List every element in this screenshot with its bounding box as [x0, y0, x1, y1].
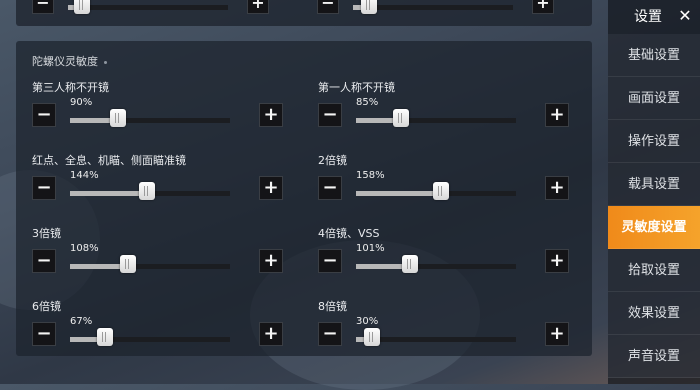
- slider-track[interactable]: [70, 118, 230, 123]
- sensitivity-row: 8倍镜 − 30% +: [318, 298, 578, 358]
- increase-button[interactable]: +: [259, 103, 283, 127]
- top-left-slider-track[interactable]: [68, 5, 228, 10]
- slider-track[interactable]: [70, 337, 230, 342]
- sidebar-item[interactable]: 灵敏度设置: [608, 206, 700, 249]
- sensitivity-label: 红点、全息、机瞄、侧面瞄准镜: [32, 154, 186, 167]
- slider-track[interactable]: [356, 264, 516, 269]
- sensitivity-label: 第三人称不开镜: [32, 81, 109, 94]
- slider-thumb[interactable]: [139, 182, 155, 200]
- sensitivity-label: 8倍镜: [318, 300, 347, 313]
- increase-button[interactable]: +: [545, 322, 569, 346]
- slider-fill: [356, 191, 441, 196]
- sensitivity-row: 2倍镜 − 158% +: [318, 152, 578, 212]
- section-title-dot: [104, 60, 107, 64]
- increase-button[interactable]: +: [259, 249, 283, 273]
- sensitivity-label: 4倍镜、VSS: [318, 227, 380, 240]
- sensitivity-row: 3倍镜 − 108% +: [32, 225, 292, 285]
- slider-thumb[interactable]: [110, 109, 126, 127]
- decrease-button[interactable]: −: [32, 103, 56, 127]
- top-left-plus-button[interactable]: +: [247, 0, 269, 14]
- sidebar-item[interactable]: 声音设置: [608, 335, 700, 378]
- slider-track[interactable]: [356, 337, 516, 342]
- slider-thumb[interactable]: [402, 255, 418, 273]
- decrease-button[interactable]: −: [32, 249, 56, 273]
- slider-thumb[interactable]: [120, 255, 136, 273]
- sensitivity-value: 30%: [356, 316, 379, 327]
- sensitivity-label: 2倍镜: [318, 154, 347, 167]
- top-left-minus-button[interactable]: −: [32, 0, 54, 14]
- top-right-minus-button[interactable]: −: [317, 0, 339, 14]
- gyro-sensitivity-panel: 陀螺仪灵敏度 第三人称不开镜 −90% + 第一人称不开镜 −85% + 红点、全息、机瞄、…: [16, 41, 592, 356]
- decrease-button[interactable]: −: [318, 249, 342, 273]
- sensitivity-row: 第一人称不开镜 − 85% +: [318, 79, 578, 139]
- sensitivity-row: 红点、全息、机瞄、侧面瞄准镜 − 144% +: [32, 152, 292, 212]
- sensitivity-value: 85%: [356, 97, 379, 108]
- sidebar-item[interactable]: 效果设置: [608, 292, 700, 335]
- sidebar-item[interactable]: 操作设置: [608, 120, 700, 163]
- sensitivity-row: 第三人称不开镜 − 90% +: [32, 79, 292, 139]
- slider-thumb[interactable]: [393, 109, 409, 127]
- close-icon[interactable]: ✕: [676, 7, 694, 25]
- decrease-button[interactable]: −: [318, 176, 342, 200]
- sensitivity-value: 101%: [356, 243, 385, 254]
- sensitivity-row: 4倍镜、VSS − 101% +: [318, 225, 578, 285]
- sensitivity-label: 第一人称不开镜: [318, 81, 395, 94]
- previous-section-strip: − + − +: [16, 0, 592, 26]
- slider-thumb[interactable]: [433, 182, 449, 200]
- increase-button[interactable]: +: [545, 103, 569, 127]
- decrease-button[interactable]: −: [318, 103, 342, 127]
- decrease-button[interactable]: −: [32, 322, 56, 346]
- sidebar-item[interactable]: 画面设置: [608, 77, 700, 120]
- top-right-plus-button[interactable]: +: [532, 0, 554, 14]
- increase-button[interactable]: +: [545, 176, 569, 200]
- increase-button[interactable]: +: [259, 322, 283, 346]
- sensitivity-label: 6倍镜: [32, 300, 61, 313]
- sidebar-item[interactable]: 载具设置: [608, 163, 700, 206]
- sensitivity-value: 158%: [356, 170, 385, 181]
- sensitivity-value: 67%: [70, 316, 93, 327]
- sensitivity-label: 3倍镜: [32, 227, 61, 240]
- sensitivity-value: 90%: [70, 97, 93, 108]
- slider-track[interactable]: [356, 118, 516, 123]
- section-title-text: 陀螺仪灵敏度: [32, 55, 98, 68]
- decrease-button[interactable]: −: [318, 322, 342, 346]
- increase-button[interactable]: +: [545, 249, 569, 273]
- decrease-button[interactable]: −: [32, 176, 56, 200]
- sidebar-item[interactable]: 基础设置: [608, 34, 700, 77]
- section-title: 陀螺仪灵敏度: [32, 53, 107, 69]
- top-right-slider-track[interactable]: [353, 5, 513, 10]
- sidebar-item[interactable]: 拾取设置: [608, 249, 700, 292]
- top-left-slider-thumb[interactable]: [74, 0, 90, 14]
- slider-thumb[interactable]: [364, 328, 380, 346]
- sensitivity-value: 144%: [70, 170, 99, 181]
- slider-thumb[interactable]: [97, 328, 113, 346]
- slider-track[interactable]: [70, 264, 230, 269]
- top-right-slider-thumb[interactable]: [361, 0, 377, 14]
- sensitivity-value: 108%: [70, 243, 99, 254]
- sensitivity-row: 6倍镜 − 67% +: [32, 298, 292, 358]
- settings-sidebar: 设置 ✕ 基础设置 画面设置 操作设置 载具设置 灵敏度设置 拾取设置 效果设置 声音设置: [608, 0, 700, 384]
- increase-button[interactable]: +: [259, 176, 283, 200]
- slider-fill: [70, 191, 147, 196]
